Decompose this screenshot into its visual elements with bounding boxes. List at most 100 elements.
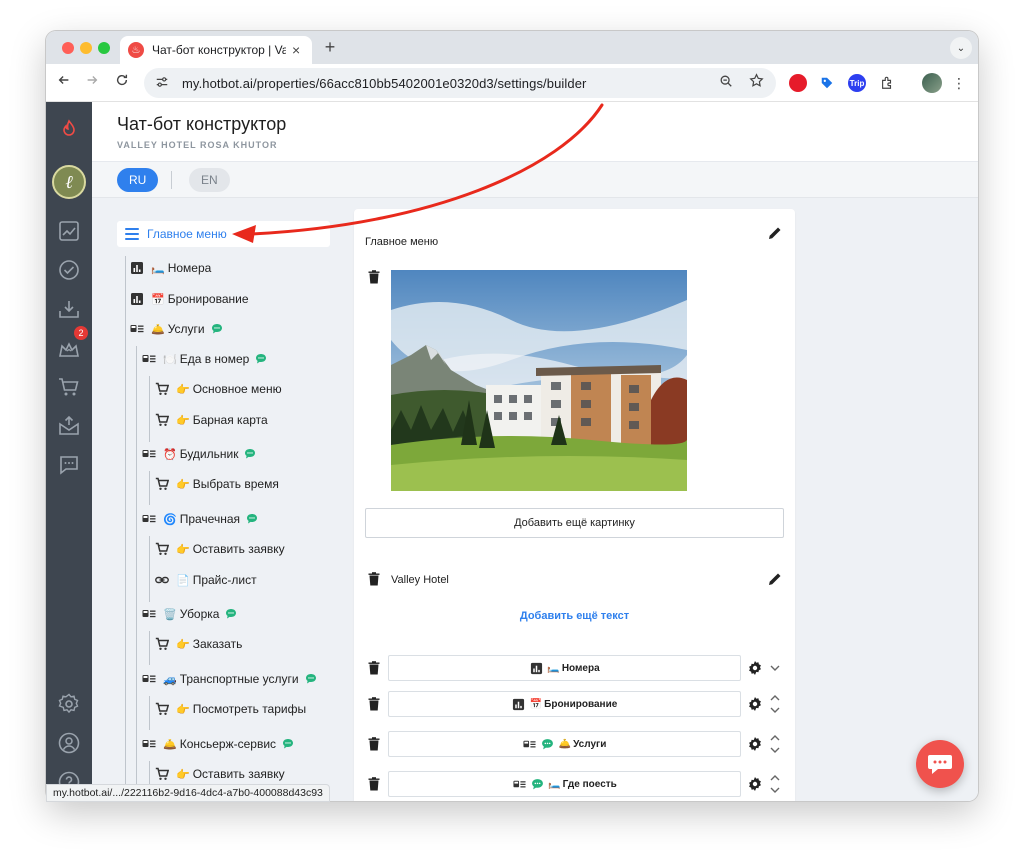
delete-button-trash-icon[interactable] xyxy=(365,695,383,713)
node-label: Консьерж-сервис xyxy=(179,737,277,751)
address-bar[interactable]: my.hotbot.ai/properties/66acc810bb540200… xyxy=(144,68,776,98)
delete-image-trash-icon[interactable] xyxy=(365,268,383,286)
close-window-button[interactable] xyxy=(62,42,74,54)
menu-button-row[interactable]: 🛎️ Услуги xyxy=(388,731,741,757)
move-down-chevron-icon[interactable] xyxy=(769,745,781,755)
tree-node[interactable]: 👉 Оставить заявку xyxy=(154,764,285,784)
move-down-chevron-icon[interactable] xyxy=(769,663,781,673)
language-en-button[interactable]: EN xyxy=(189,168,230,192)
language-ru-button[interactable]: RU xyxy=(117,168,159,192)
tab-search-button[interactable]: ⌄ xyxy=(950,37,972,59)
analytics-icon[interactable] xyxy=(55,217,83,245)
button-settings-gear-icon[interactable] xyxy=(746,775,764,793)
editor-title: Главное меню xyxy=(365,236,439,248)
node-emoji: 👉 xyxy=(176,383,190,396)
new-tab-button[interactable]: + xyxy=(320,37,340,57)
tree-node[interactable]: 🍽️ Еда в номер xyxy=(141,349,267,369)
page-header: Чат-бот конструктор VALLEY HOTEL ROSA KH… xyxy=(92,102,978,162)
node-label: Посмотреть тарифы xyxy=(192,702,307,716)
zoom-icon[interactable] xyxy=(716,73,736,93)
tree-node[interactable]: 👉 Выбрать время xyxy=(154,474,279,494)
move-down-chevron-icon[interactable] xyxy=(769,785,781,795)
node-label: Номера xyxy=(167,261,212,275)
chat-linked-icon xyxy=(283,739,294,749)
chat-widget-button[interactable] xyxy=(916,740,964,788)
maximize-window-button[interactable] xyxy=(98,42,110,54)
left-nav-rail: ℓ 2 xyxy=(46,102,92,801)
delete-button-trash-icon[interactable] xyxy=(365,775,383,793)
menu-button-row[interactable]: 🛏️ Номера xyxy=(388,655,741,681)
forward-button[interactable] xyxy=(82,73,102,93)
tasks-check-icon[interactable] xyxy=(55,256,83,284)
move-up-chevron-icon[interactable] xyxy=(769,692,781,702)
back-button[interactable] xyxy=(54,73,74,93)
button-settings-gear-icon[interactable] xyxy=(746,695,764,713)
trip-extension-icon[interactable]: Trip xyxy=(848,74,866,92)
tree-node[interactable]: 👉 Заказать xyxy=(154,634,242,654)
node-label: Основное меню xyxy=(192,382,282,396)
browser-tab[interactable]: ♨ Чат-бот конструктор | Valley × xyxy=(120,36,312,64)
tree-node[interactable]: 📄 Прайс-лист xyxy=(154,570,257,590)
tree-node[interactable]: 📅 Бронирование xyxy=(129,289,249,309)
add-image-button[interactable]: Добавить ещё картинку xyxy=(365,508,784,538)
browser-menu-icon[interactable]: ⋮ xyxy=(952,73,966,93)
tree-node[interactable]: 👉 Посмотреть тарифы xyxy=(154,699,306,719)
button-settings-gear-icon[interactable] xyxy=(746,735,764,753)
tree-node[interactable]: 🛎️ Консьерж-сервис xyxy=(141,734,294,754)
move-up-chevron-icon[interactable] xyxy=(769,732,781,742)
cart-icon xyxy=(154,636,170,652)
add-text-link[interactable]: Добавить ещё текст xyxy=(354,610,795,622)
inbox-download-icon[interactable] xyxy=(55,295,83,323)
chat-bubble-icon[interactable] xyxy=(55,451,83,479)
move-down-chevron-icon[interactable] xyxy=(769,705,781,715)
button-label: Где поесть xyxy=(562,778,617,790)
tree-root-main-menu[interactable]: Главное меню xyxy=(117,221,330,247)
tree-node[interactable]: 👉 Оставить заявку xyxy=(154,539,285,559)
tab-title: Чат-бот конструктор | Valley xyxy=(152,43,286,57)
reload-button[interactable] xyxy=(112,73,132,93)
reload-icon xyxy=(116,74,128,86)
extensions-puzzle-icon[interactable] xyxy=(878,74,896,92)
shop-cart-icon[interactable] xyxy=(55,373,83,401)
bookmark-star-icon[interactable] xyxy=(746,73,766,93)
tree-node[interactable]: ⏰ Будильник xyxy=(141,444,256,464)
button-label: Бронирование xyxy=(544,698,618,710)
node-emoji: 🍽️ xyxy=(163,353,177,366)
text-block-content[interactable]: Valley Hotel xyxy=(391,574,449,586)
hotbot-favicon-icon: ♨ xyxy=(128,42,144,58)
settings-gear-icon[interactable] xyxy=(55,690,83,718)
profile-avatar[interactable] xyxy=(922,73,942,93)
notification-badge: 2 xyxy=(74,326,88,340)
button-emoji: 🛎️ xyxy=(558,738,572,750)
edit-text-pencil-icon[interactable] xyxy=(766,570,784,588)
tree-node[interactable]: 👉 Основное меню xyxy=(154,379,282,399)
stats-icon xyxy=(129,291,145,307)
adblock-extension-icon[interactable] xyxy=(789,74,807,92)
menu-button-row[interactable]: 📅 Бронирование xyxy=(388,691,741,717)
edit-title-pencil-icon[interactable] xyxy=(766,224,784,242)
node-emoji: 🛎️ xyxy=(163,738,177,751)
delete-text-trash-icon[interactable] xyxy=(365,570,383,588)
delete-button-trash-icon[interactable] xyxy=(365,659,383,677)
node-emoji: 👉 xyxy=(176,414,190,427)
close-tab-icon[interactable]: × xyxy=(292,43,300,57)
tree-node[interactable]: 🚙 Транспортные услуги xyxy=(141,669,317,689)
hotbot-logo-icon[interactable] xyxy=(55,116,83,144)
tree-node[interactable]: 👉 Барная карта xyxy=(154,410,268,430)
site-settings-icon[interactable] xyxy=(154,75,170,91)
tree-node[interactable]: 🗑️ Уборка xyxy=(141,604,237,624)
node-emoji: 🗑️ xyxy=(163,608,177,621)
mail-outbox-icon[interactable] xyxy=(55,412,83,440)
move-up-chevron-icon[interactable] xyxy=(769,772,781,782)
tree-node[interactable]: 🛏️ Номера xyxy=(129,258,211,278)
property-logo-avatar[interactable]: ℓ xyxy=(52,165,86,199)
url-text[interactable]: my.hotbot.ai/properties/66acc810bb540200… xyxy=(182,76,706,91)
button-settings-gear-icon[interactable] xyxy=(746,659,764,677)
delete-button-trash-icon[interactable] xyxy=(365,735,383,753)
minimize-window-button[interactable] xyxy=(80,42,92,54)
menu-button-row[interactable]: 🛏️ Где поесть xyxy=(388,771,741,797)
tree-node[interactable]: 🌀 Прачечная xyxy=(141,509,258,529)
tree-node[interactable]: 🛎️ Услуги xyxy=(129,319,223,339)
tag-extension-icon[interactable] xyxy=(818,74,836,92)
user-profile-icon[interactable] xyxy=(55,729,83,757)
